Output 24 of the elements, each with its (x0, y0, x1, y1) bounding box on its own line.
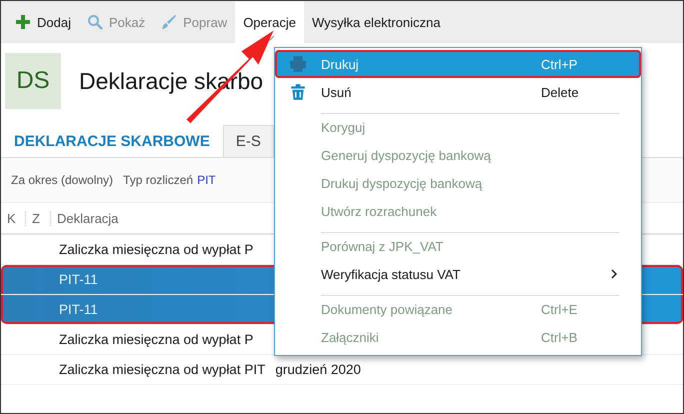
period-filter[interactable]: Za okres (dowolny) (11, 173, 114, 187)
toolbar-button[interactable]: Dodaj (7, 1, 79, 43)
column-header[interactable]: Deklaracja (51, 210, 118, 226)
column-header[interactable]: K (1, 210, 26, 226)
tab[interactable]: E-S (222, 125, 274, 157)
table-cell-text: Zaliczka miesięczna od wypłat PIT (58, 362, 266, 377)
table-cell-text: Zaliczka miesięczna od wypłat P (58, 242, 254, 257)
table-cell-text: PIT-11 (58, 272, 98, 287)
filter-value[interactable]: PIT (197, 173, 216, 187)
column-header[interactable]: Z (26, 210, 51, 226)
table-cell-text: Zaliczka miesięczna od wypłat P (58, 332, 254, 347)
table-cell-text: grudzień 2020 (274, 362, 361, 377)
filter-label: Typ rozliczeń (123, 173, 194, 187)
table-cell-text: PIT-11 (58, 302, 98, 317)
brush-icon (161, 14, 178, 30)
module-badge: DS (5, 53, 61, 109)
menu-item[interactable]: Usuń Delete (275, 78, 641, 106)
menu-item[interactable]: Weryfikacja statusu VAT (275, 260, 641, 288)
toolbar-button[interactable]: Wysyłka elektroniczna (304, 1, 448, 43)
menu-item[interactable]: Drukuj Ctrl+P (275, 50, 641, 78)
plus-icon (15, 14, 31, 30)
trash-icon (289, 83, 307, 101)
toolbar-button[interactable]: Operacje (235, 1, 304, 43)
search-icon (86, 14, 103, 30)
